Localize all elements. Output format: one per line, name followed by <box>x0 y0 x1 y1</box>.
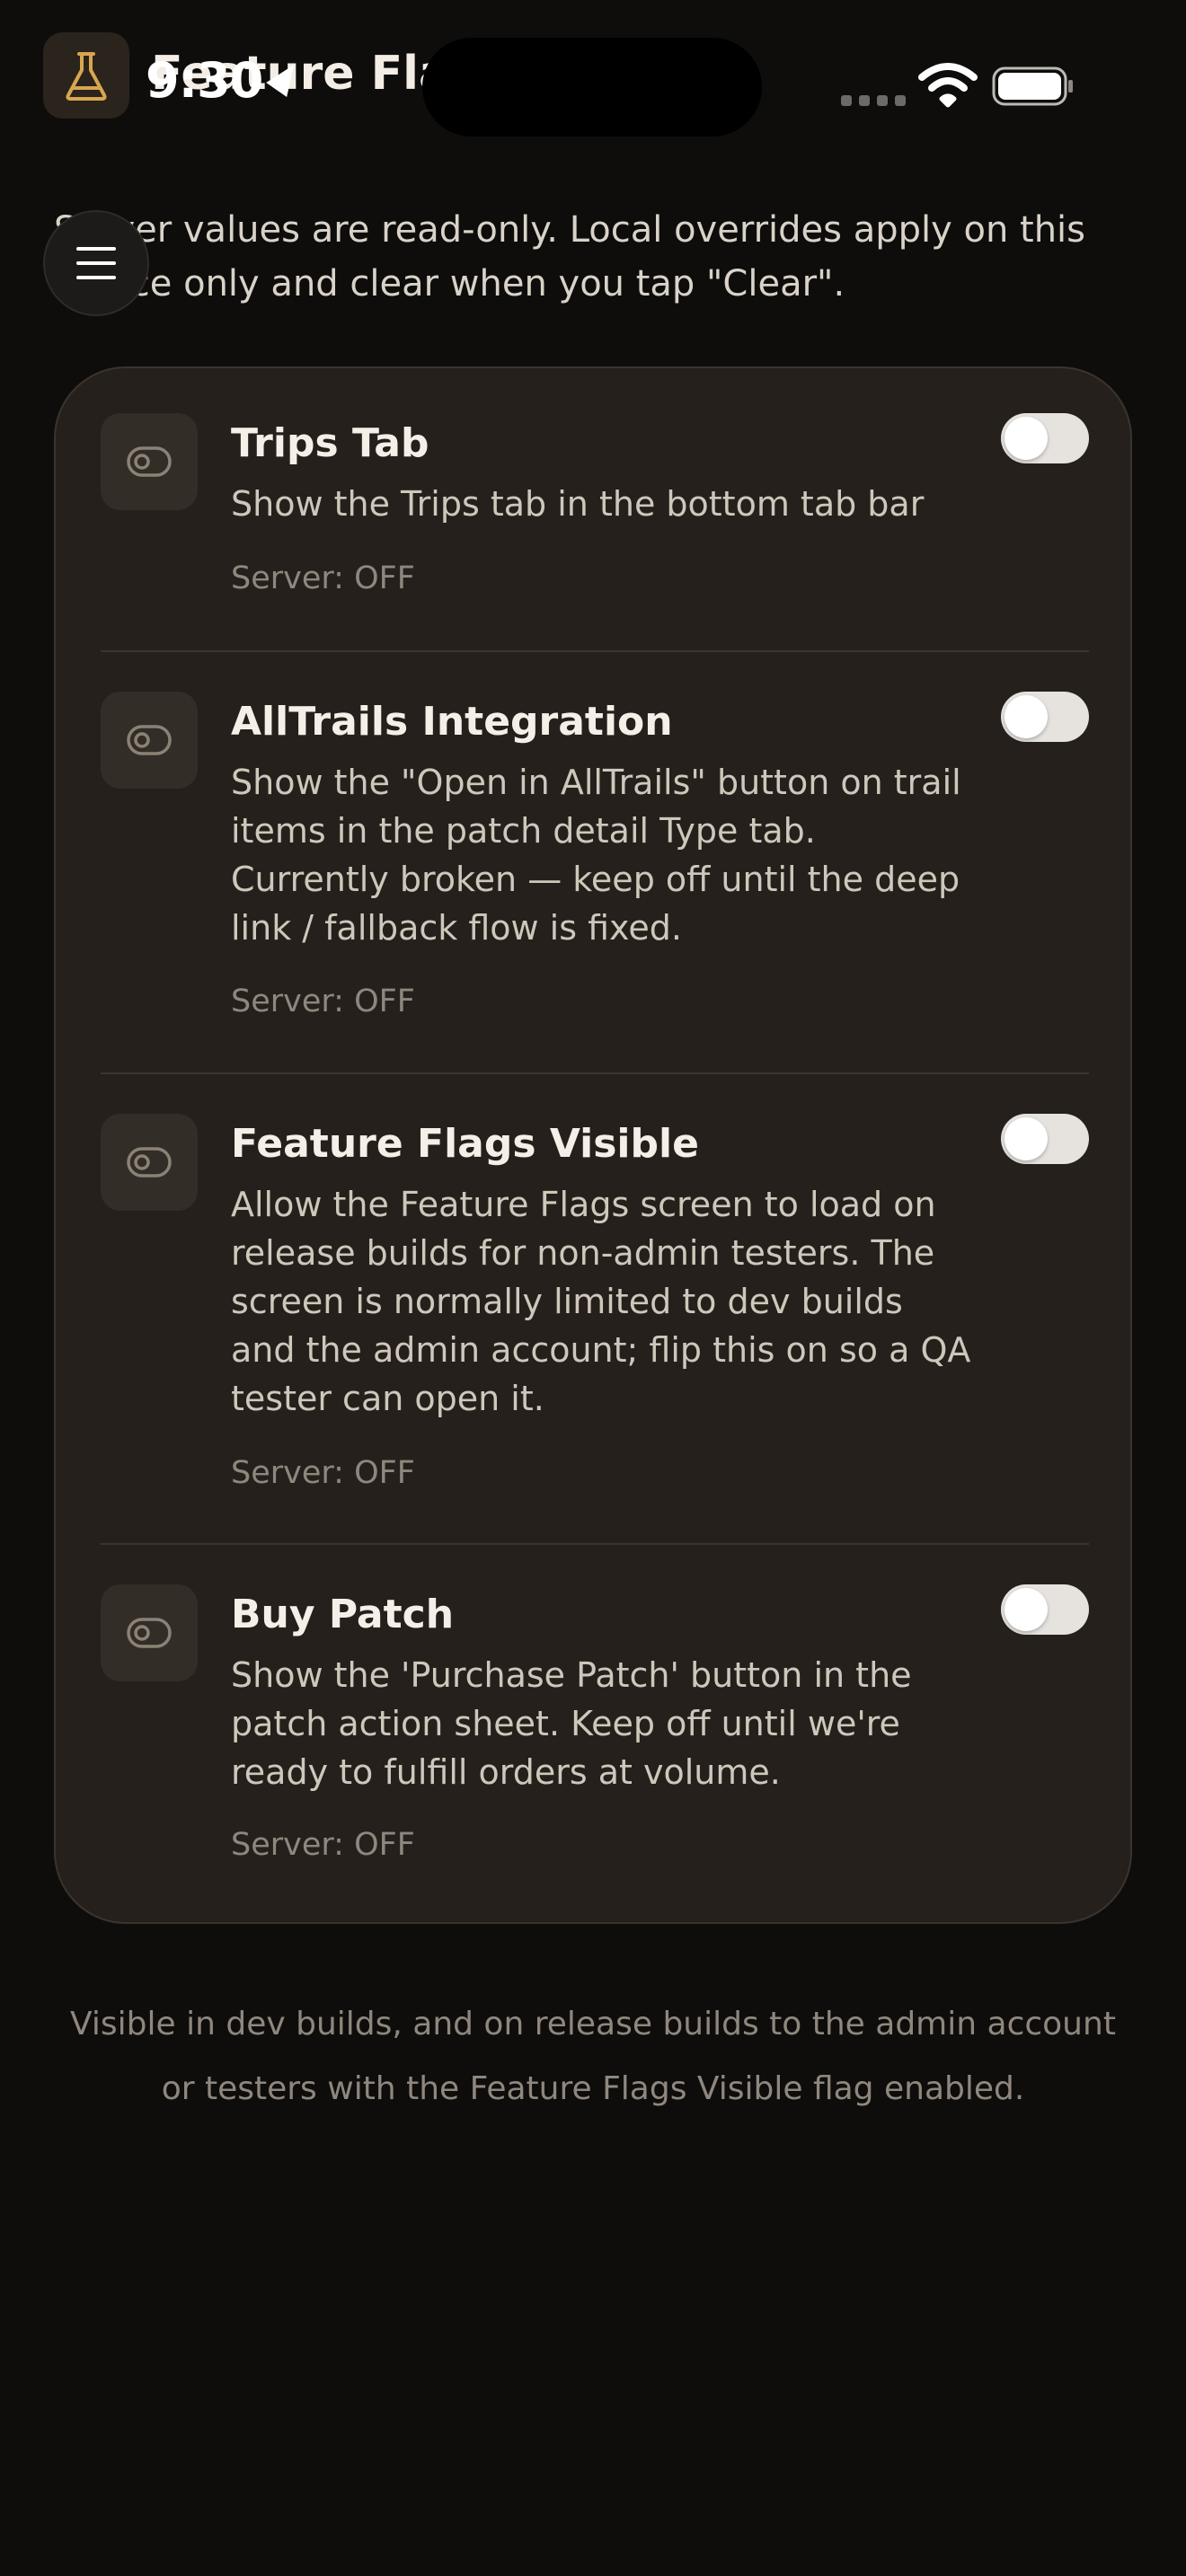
toggle-knob <box>1005 417 1048 460</box>
status-time: 9:30 <box>146 52 305 109</box>
battery-icon <box>992 66 1075 106</box>
dynamic-island <box>422 38 762 137</box>
flag-server-value: Server: OFF <box>231 1455 415 1491</box>
toggle-outline-icon <box>101 692 198 789</box>
flag-row-alltrails-integration: AllTrails Integration Show the "Open in … <box>101 692 1089 1042</box>
feature-flags-screen: Feature Flags 9:30 Server values are rea… <box>0 0 1186 2576</box>
toggle-knob <box>1005 695 1048 738</box>
flask-icon <box>43 32 129 119</box>
flags-card: Trips Tab Show the Trips tab in the bott… <box>54 366 1132 1924</box>
flag-description: Show the "Open in AllTrails" button on t… <box>231 763 961 948</box>
toggle-knob <box>1005 1117 1048 1160</box>
footer-note: Visible in dev builds, and on release bu… <box>70 2006 1116 2107</box>
divider <box>101 650 1089 652</box>
flag-title: Feature Flags Visible <box>231 1121 699 1167</box>
flag-server-value: Server: OFF <box>231 1827 415 1863</box>
toggle-outline-icon <box>101 1114 198 1211</box>
flag-description: Allow the Feature Flags screen to load o… <box>231 1185 971 1418</box>
status-time-text: 9:30 <box>146 52 263 109</box>
flag-title: Buy Patch <box>231 1592 455 1637</box>
flag-server-value: Server: OFF <box>231 984 415 1019</box>
trips-tab-toggle[interactable] <box>1001 413 1089 463</box>
buy-patch-toggle[interactable] <box>1001 1584 1089 1635</box>
flag-description: Show the Trips tab in the bottom tab bar <box>231 484 925 524</box>
menu-button[interactable] <box>43 210 149 316</box>
flag-title: AllTrails Integration <box>231 699 673 745</box>
signal-dots-icon <box>841 95 906 106</box>
wifi-icon <box>918 63 978 108</box>
feature-flags-visible-toggle[interactable] <box>1001 1114 1089 1164</box>
flag-title: Trips Tab <box>231 420 429 466</box>
flag-row-buy-patch: Buy Patch Show the 'Purchase Patch' butt… <box>101 1584 1089 1881</box>
flag-server-value: Server: OFF <box>231 560 415 596</box>
toggle-knob <box>1005 1588 1048 1631</box>
divider <box>101 1543 1089 1545</box>
divider <box>101 1072 1089 1074</box>
flag-row-feature-flags-visible: Feature Flags Visible Allow the Feature … <box>101 1114 1089 1513</box>
flag-row-trips-tab: Trips Tab Show the Trips tab in the bott… <box>101 413 1089 620</box>
flag-description: Show the 'Purchase Patch' button in the … <box>231 1655 912 1792</box>
toggle-outline-icon <box>101 1584 198 1681</box>
hamburger-menu-icon <box>76 247 116 279</box>
toggle-outline-icon <box>101 413 198 510</box>
alltrails-integration-toggle[interactable] <box>1001 692 1089 742</box>
intro-text: Server values are read-only. Local overr… <box>54 209 1086 304</box>
